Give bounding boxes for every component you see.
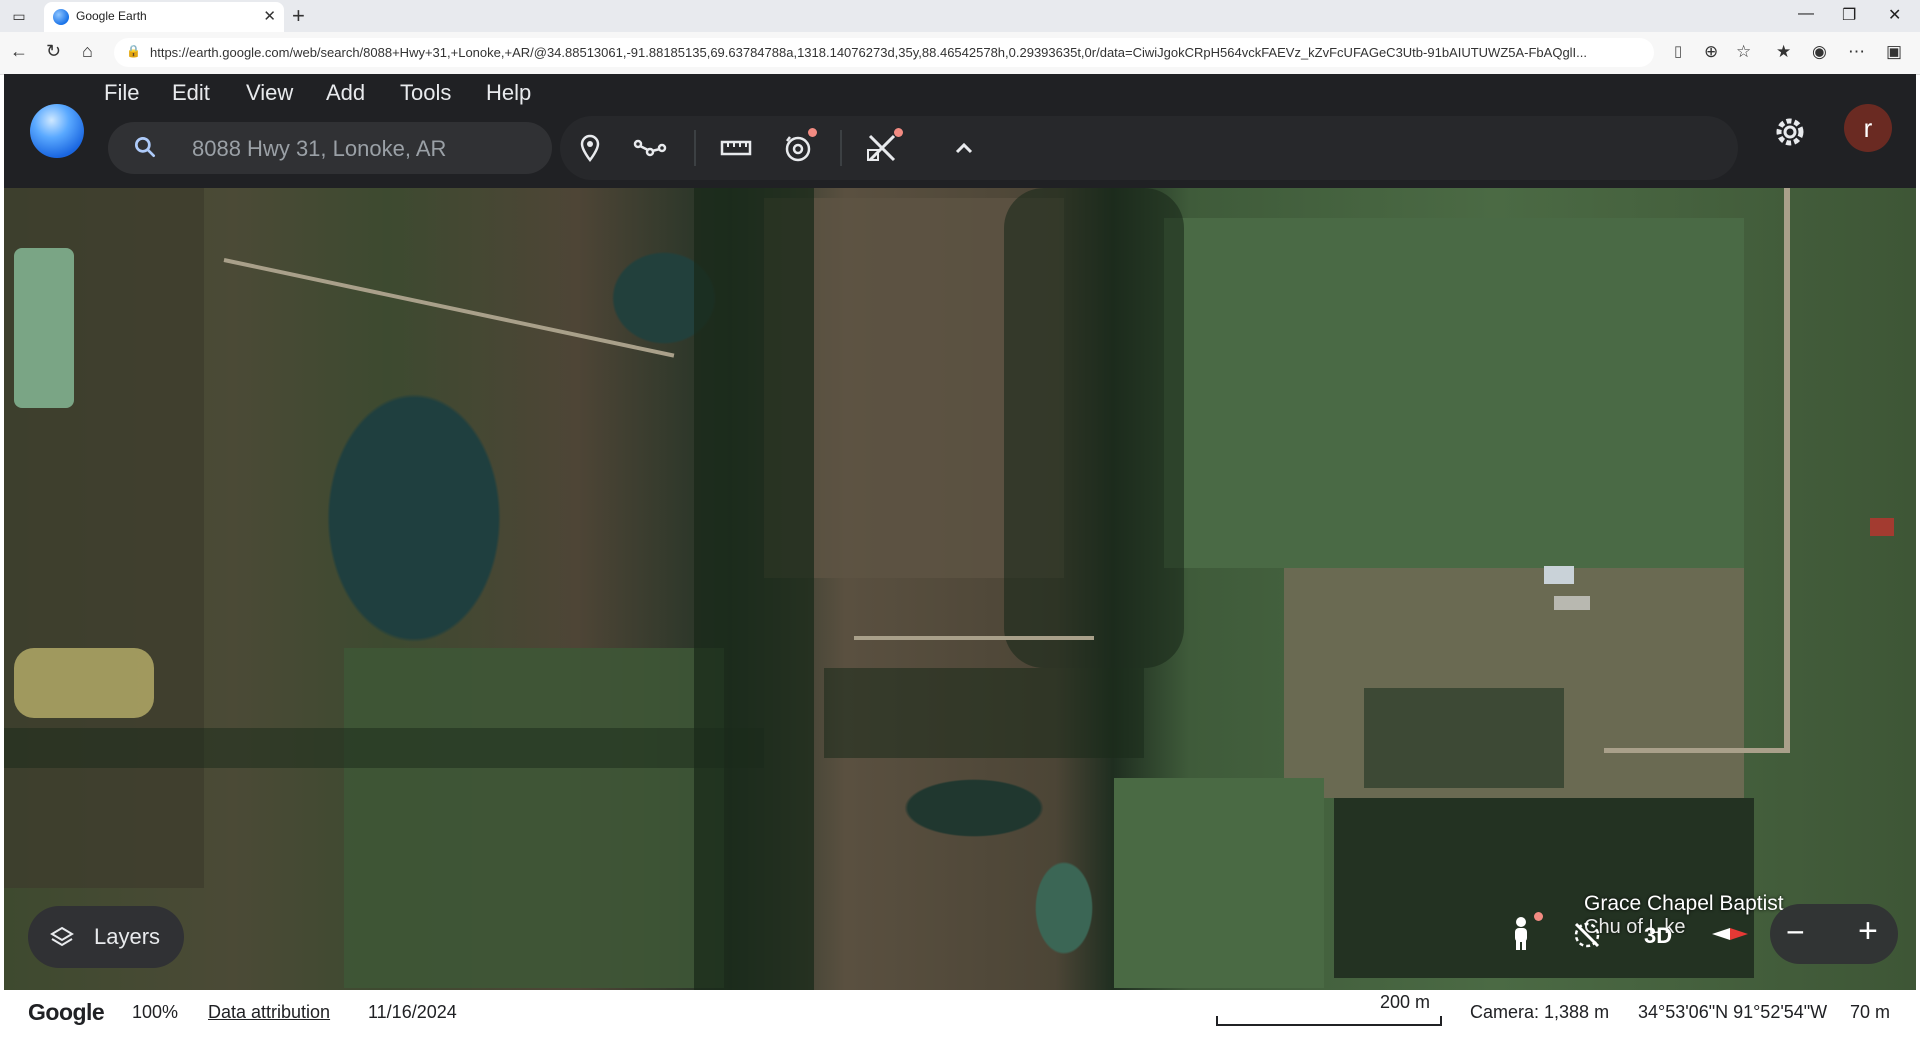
home-icon[interactable]: ⌂ bbox=[82, 41, 93, 62]
gear-icon bbox=[1776, 118, 1804, 146]
layers-label: Layers bbox=[94, 924, 161, 949]
data-attribution-link[interactable]: Data attribution bbox=[208, 1002, 330, 1023]
browser-tab-bar: ▭ Google Earth ✕ + — ❐ ✕ bbox=[0, 0, 1920, 32]
google-earth-favicon-icon bbox=[53, 9, 69, 25]
zoom-out-icon[interactable]: − bbox=[1786, 914, 1805, 951]
pond bbox=[14, 648, 154, 718]
status-bar: Google 100% Data attribution 11/16/2024 … bbox=[4, 990, 1916, 1038]
layers-icon bbox=[50, 926, 74, 947]
restore-icon[interactable]: ❐ bbox=[1842, 5, 1856, 25]
map-view[interactable] bbox=[4, 188, 1916, 990]
history-button[interactable] bbox=[778, 128, 818, 168]
elevation: 70 m bbox=[1850, 1002, 1891, 1022]
place-label-line-1: Grace Chapel Baptist bbox=[1584, 892, 1784, 915]
no-tilt-icon bbox=[1574, 922, 1600, 948]
url-field[interactable]: 🔒 https://earth.google.com/web/search/80… bbox=[114, 38, 1654, 67]
google-logo: Google bbox=[28, 999, 105, 1025]
app-header: File Edit View Add Tools Help 8088 Hwy 3… bbox=[4, 74, 1916, 188]
road bbox=[1784, 188, 1790, 748]
pegman-button[interactable] bbox=[1498, 904, 1544, 964]
favorites-icon[interactable]: ★ bbox=[1776, 42, 1791, 62]
building bbox=[1544, 566, 1574, 584]
tilt-button[interactable] bbox=[1564, 904, 1614, 964]
path-icon bbox=[633, 139, 667, 157]
reader-view-icon[interactable]: ▯ bbox=[1674, 42, 1682, 60]
placemark-button[interactable] bbox=[570, 128, 610, 168]
road bbox=[1604, 748, 1790, 753]
toolbar-separator bbox=[840, 130, 842, 166]
zoom-page-icon[interactable]: ⊕ bbox=[1704, 42, 1718, 62]
menu-file[interactable]: File bbox=[104, 80, 139, 106]
account-avatar[interactable]: r bbox=[1844, 104, 1892, 152]
menu-tools[interactable]: Tools bbox=[400, 80, 451, 106]
favorite-star-icon[interactable]: ☆ bbox=[1736, 42, 1751, 62]
menu-help[interactable]: Help bbox=[486, 80, 531, 106]
url-text[interactable]: https://earth.google.com/web/search/8088… bbox=[150, 45, 1600, 60]
notification-dot bbox=[1534, 912, 1543, 921]
3d-toggle[interactable]: 3D bbox=[1644, 923, 1672, 949]
google-earth-app: File Edit View Add Tools Help 8088 Hwy 3… bbox=[4, 74, 1916, 1038]
coordinates: 34°53'06"N 91°52'54"W bbox=[1638, 1002, 1828, 1022]
notification-dot bbox=[894, 128, 903, 137]
menu-view[interactable]: View bbox=[246, 80, 293, 106]
pegman-icon bbox=[1515, 917, 1527, 950]
building bbox=[1554, 596, 1590, 610]
building bbox=[1870, 518, 1894, 536]
new-tab-icon[interactable]: + bbox=[292, 3, 305, 29]
zoom-level: 100% bbox=[132, 1002, 179, 1022]
scale-bar bbox=[1216, 1016, 1442, 1026]
profile-icon[interactable]: ◉ bbox=[1812, 42, 1827, 62]
toolbar-separator bbox=[694, 130, 696, 166]
scale-label: 200 m bbox=[1380, 992, 1431, 1012]
search-icon[interactable] bbox=[132, 134, 158, 160]
chevron-up-icon bbox=[955, 142, 973, 154]
measure-button[interactable] bbox=[716, 128, 756, 168]
pond bbox=[14, 248, 74, 408]
zoom-in-icon[interactable]: + bbox=[1858, 912, 1878, 951]
lock-icon[interactable]: 🔒 bbox=[126, 44, 141, 58]
layers-button[interactable]: Layers bbox=[28, 906, 184, 968]
tab-title: Google Earth bbox=[76, 9, 147, 23]
compass-icon bbox=[1712, 928, 1748, 940]
minimize-icon[interactable]: — bbox=[1798, 5, 1814, 23]
settings-button[interactable] bbox=[1770, 112, 1810, 152]
browser-tab[interactable]: Google Earth ✕ bbox=[44, 2, 284, 32]
search-input[interactable]: 8088 Hwy 31, Lonoke, AR bbox=[192, 136, 446, 162]
menu-add[interactable]: Add bbox=[326, 80, 365, 106]
back-icon[interactable]: ← bbox=[10, 41, 28, 62]
placemark-icon bbox=[580, 134, 600, 163]
notification-dot bbox=[808, 128, 817, 137]
more-menu-icon[interactable]: ⋯ bbox=[1848, 42, 1865, 62]
road bbox=[223, 258, 675, 358]
collapse-toolbar-button[interactable] bbox=[944, 128, 984, 168]
address-bar-row: ← ↻ ⌂ 🔒 https://earth.google.com/web/sea… bbox=[0, 32, 1920, 75]
menu-edit[interactable]: Edit bbox=[172, 80, 210, 106]
reload-icon[interactable]: ↻ bbox=[46, 41, 61, 62]
google-earth-logo[interactable] bbox=[30, 104, 84, 158]
road bbox=[854, 636, 1094, 640]
close-window-icon[interactable]: ✕ bbox=[1888, 5, 1901, 25]
search-bar[interactable]: 8088 Hwy 31, Lonoke, AR bbox=[108, 122, 552, 174]
camera-altitude: Camera: 1,388 m bbox=[1470, 1002, 1610, 1022]
close-tab-icon[interactable]: ✕ bbox=[263, 7, 276, 25]
sidebar-icon[interactable]: ▣ bbox=[1886, 42, 1902, 62]
imagery-date: 11/16/2024 bbox=[368, 1002, 457, 1022]
sidebar-toggle-icon[interactable]: ▭ bbox=[10, 7, 28, 25]
path-button[interactable] bbox=[630, 128, 670, 168]
zoom-controls: − + bbox=[1770, 904, 1898, 964]
ruler-icon bbox=[720, 140, 752, 156]
projects-button[interactable] bbox=[862, 128, 903, 168]
compass-button[interactable] bbox=[1700, 904, 1760, 964]
